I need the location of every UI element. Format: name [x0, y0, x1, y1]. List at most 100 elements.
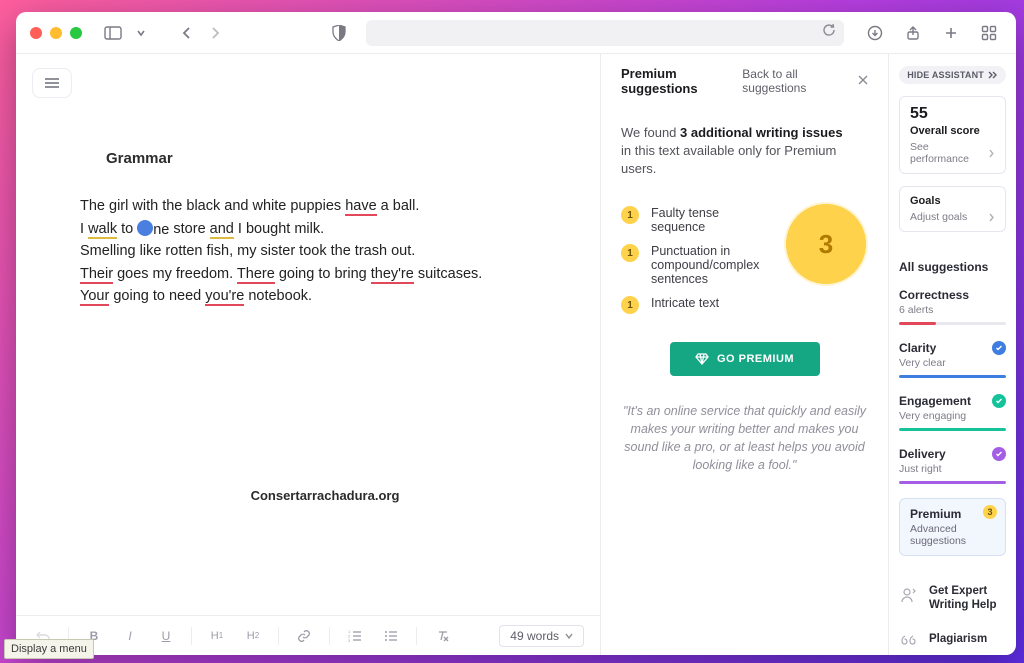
downloads-icon[interactable]: [862, 20, 888, 46]
text: store: [169, 221, 209, 237]
count-badge: 1: [621, 244, 639, 262]
premium-issue[interactable]: 1 Punctuation in compound/complex sentenc…: [621, 244, 771, 286]
chevrons-right-icon: [988, 71, 998, 79]
warn-and[interactable]: and: [210, 221, 234, 239]
premium-count-badge: 3: [784, 202, 868, 286]
expert-help-link[interactable]: Get Expert Writing Help: [899, 580, 1006, 616]
error-youre[interactable]: you're: [205, 288, 244, 306]
score-bar: [899, 428, 1006, 431]
share-icon[interactable]: [900, 20, 926, 46]
premium-filter-card[interactable]: 3 Premium Advanced suggestions: [899, 498, 1006, 556]
issue-text: Faulty tense sequence: [651, 206, 771, 234]
titlebar: [16, 12, 1016, 54]
premium-desc: Advanced suggestions: [910, 523, 995, 547]
close-window-button[interactable]: [30, 27, 42, 39]
filter-name: Clarity: [899, 341, 936, 355]
paragraph-4: Their goes my freedom. There going to br…: [80, 263, 570, 286]
safari-window: Grammar The girl with the black and whit…: [16, 12, 1016, 655]
check-badge-icon: [992, 447, 1006, 461]
filter-desc: 6 alerts: [899, 304, 1006, 316]
cursor-highlight-the[interactable]: t: [137, 220, 153, 236]
back-label: Back to all suggestions: [742, 67, 850, 95]
app-body: Grammar The girl with the black and whit…: [16, 54, 1016, 655]
tab-overview-icon[interactable]: [976, 20, 1002, 46]
warn-walk[interactable]: walk: [88, 221, 117, 239]
premium-issue[interactable]: 1 Faulty tense sequence: [621, 206, 771, 234]
expert-help-label: Get Expert Writing Help: [929, 584, 1004, 612]
error-your[interactable]: Your: [80, 288, 109, 306]
italic-button[interactable]: I: [119, 625, 141, 647]
avatar-icon: [901, 584, 919, 609]
paragraph-3: Smelling like rotten fish, my sister too…: [80, 240, 570, 263]
chevron-right-icon: [988, 149, 995, 158]
filter-engagement[interactable]: Engagement Very engaging: [899, 392, 1006, 433]
text: to: [117, 221, 137, 237]
doc-title: Grammar: [106, 150, 570, 167]
overall-score-card[interactable]: 55 Overall score See performance: [899, 96, 1006, 174]
testimonial-quote: "It's an online service that quickly and…: [621, 402, 868, 474]
text: I: [80, 221, 88, 237]
url-bar[interactable]: [366, 20, 844, 46]
check-badge-icon: [992, 341, 1006, 355]
all-suggestions-label[interactable]: All suggestions: [899, 260, 1006, 274]
sidebar-toggle-button[interactable]: [100, 20, 126, 46]
ordered-list-button[interactable]: 123: [344, 625, 366, 647]
premium-issue[interactable]: 1Intricate text: [621, 296, 771, 314]
count-badge: 1: [621, 296, 639, 314]
diamond-icon: [695, 353, 709, 365]
new-tab-icon[interactable]: [938, 20, 964, 46]
back-to-suggestions-link[interactable]: Back to all suggestions: [742, 67, 868, 95]
error-have[interactable]: have: [345, 198, 376, 216]
error-theyre[interactable]: they're: [371, 266, 414, 284]
unordered-list-button[interactable]: [380, 625, 402, 647]
paragraph-5: Your going to need you're notebook.: [80, 285, 570, 308]
count-badge: 1: [621, 206, 639, 224]
reload-icon[interactable]: [822, 23, 836, 42]
link-button[interactable]: [293, 625, 315, 647]
underline-button[interactable]: U: [155, 625, 177, 647]
issue-text: Punctuation in compound/complex sentence…: [651, 244, 771, 286]
clear-formatting-button[interactable]: [431, 625, 453, 647]
filter-name: Correctness: [899, 288, 969, 302]
filter-name: Engagement: [899, 394, 971, 408]
word-count[interactable]: 49 words: [499, 625, 584, 647]
filter-name: Delivery: [899, 447, 946, 461]
sidebar-menu-chevron[interactable]: [128, 20, 154, 46]
plagiarism-label: Plagiarism: [929, 632, 987, 646]
zoom-window-button[interactable]: [70, 27, 82, 39]
score-label: Overall score: [910, 125, 995, 137]
filter-correctness[interactable]: Correctness 6 alerts: [899, 286, 1006, 327]
score-bar: [899, 375, 1006, 378]
word-count-label: 49 words: [510, 629, 559, 643]
format-toolbar: B I U H1 H2 123 49 words: [16, 615, 600, 655]
plagiarism-link[interactable]: Plagiarism: [899, 628, 1006, 655]
text: going to need: [109, 288, 205, 304]
goals-card[interactable]: Goals Adjust goals: [899, 186, 1006, 232]
hide-assistant-button[interactable]: HIDE ASSISTANT: [899, 66, 1006, 84]
error-their[interactable]: Their: [80, 266, 113, 284]
menu-button[interactable]: [32, 68, 72, 98]
goals-sub: Adjust goals: [910, 211, 967, 223]
text: suitcases.: [414, 266, 483, 282]
paragraph-2: I walk to tne store and I bought milk.: [80, 218, 570, 241]
nav-forward-button[interactable]: [202, 20, 228, 46]
go-premium-button[interactable]: GO PREMIUM: [670, 342, 820, 376]
filter-clarity[interactable]: Clarity Very clear: [899, 339, 1006, 380]
privacy-shield-icon[interactable]: [326, 20, 352, 46]
minimize-window-button[interactable]: [50, 27, 62, 39]
score-bar: [899, 481, 1006, 484]
heading2-button[interactable]: H2: [242, 625, 264, 647]
score-value: 55: [910, 105, 995, 123]
filter-desc: Very clear: [899, 357, 1006, 369]
traffic-lights: [30, 27, 82, 39]
heading1-button[interactable]: H1: [206, 625, 228, 647]
filter-delivery[interactable]: Delivery Just right: [899, 445, 1006, 486]
premium-name: Premium: [910, 507, 995, 521]
editor-content[interactable]: Grammar The girl with the black and whit…: [16, 106, 600, 615]
error-there[interactable]: There: [237, 266, 275, 284]
text: a ball.: [377, 198, 420, 214]
nav-back-button[interactable]: [174, 20, 200, 46]
close-icon[interactable]: [858, 74, 868, 88]
premium-issue-block: 1 Faulty tense sequence 1 Punctuation in c…: [621, 196, 868, 314]
goals-label: Goals: [910, 195, 995, 207]
